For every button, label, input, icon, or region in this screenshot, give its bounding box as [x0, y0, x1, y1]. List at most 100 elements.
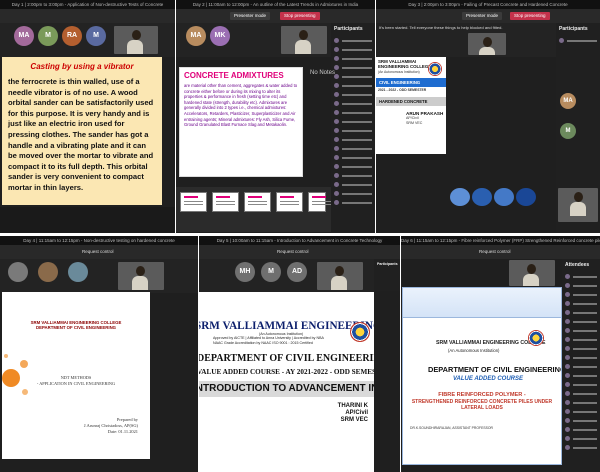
attendees-panel: Attendees: [562, 259, 600, 472]
participant-strip: MH M AD: [199, 259, 374, 293]
college-logo: [350, 322, 370, 342]
request-control-button[interactable]: Request control: [475, 248, 515, 256]
presenter-video[interactable]: [468, 33, 506, 55]
attendees-panel-title: Attendees: [565, 262, 590, 268]
meeting-toolbar: Request control: [401, 245, 600, 259]
shared-slide: CONCRETE ADMIXTURES are material other t…: [179, 67, 303, 177]
topic-line-1: FIBRE REINFORCED POLYMER -: [438, 392, 526, 398]
presenter-video[interactable]: [118, 262, 164, 290]
participant-strip: MA MK: [176, 23, 331, 57]
avatar[interactable]: MH: [235, 262, 255, 282]
shared-slide: SRM VALLIAMMAI ENGINEERING COLLEGE DEPAR…: [2, 292, 150, 459]
slide-thumbnail[interactable]: [308, 192, 331, 212]
presenter-video[interactable]: [114, 26, 158, 54]
meeting-toolbar: Presenter mode Stop presenting: [376, 9, 600, 23]
request-control-button[interactable]: Request control: [78, 248, 118, 256]
avatar[interactable]: M: [560, 123, 576, 139]
document-page: SRM VALLIAMMAI ENGINEERING COLLEGE (An A…: [408, 320, 562, 462]
slide-body: are material other than cement, aggregat…: [184, 83, 298, 128]
avatar[interactable]: AD: [287, 262, 307, 282]
window-title: Day 6 | 11:15am to 12:15pm - Fibre reinf…: [401, 236, 600, 245]
window-title: Day 5 | 10:00am to 11:15am - Introductio…: [199, 236, 400, 245]
gallery-bottom: [0, 207, 175, 233]
department-band: CIVIL ENGINEERING: [376, 78, 446, 88]
course-name: VALUE ADDED COURSE - AY 2021-2022 - ODD …: [199, 368, 374, 377]
participant-strip: [0, 259, 198, 293]
meeting-toolbar: Presenter mode Stop presenting: [176, 9, 375, 23]
meeting-tile-2: Day 2 | 11:00am to 12:00pm - An outline …: [176, 0, 375, 233]
participant-strip: MA M RA M: [0, 23, 175, 57]
slide-thumbnail[interactable]: [244, 192, 271, 212]
decorative-circles: [2, 354, 28, 395]
avatar[interactable]: MK: [210, 26, 230, 46]
word-document-window: SRM VALLIAMMAI ENGINEERING COLLEGE (An A…: [402, 287, 562, 465]
presenter-video[interactable]: [558, 188, 598, 222]
college-logo: [428, 62, 442, 76]
decorative-shapes: [450, 188, 536, 206]
banner-area: It's been started. Tell everyone these t…: [376, 23, 556, 57]
presenter-mode-button[interactable]: Presenter mode: [230, 12, 271, 20]
slide-title: CONCRETE ADMIXTURES: [184, 71, 284, 80]
slide-thumbnail[interactable]: [212, 192, 239, 212]
meeting-toolbar: [0, 9, 175, 23]
presenter-designation: AP/Civil: [345, 410, 368, 417]
word-ribbon[interactable]: [403, 288, 561, 318]
semester: 2021 - 2022 - ODD SEMESTER: [378, 88, 427, 93]
avatar[interactable]: [8, 262, 28, 282]
slide-thumbnail[interactable]: [276, 192, 303, 212]
stop-presenting-button[interactable]: Stop presenting: [510, 12, 550, 20]
course-name: VALUE ADDED COURSE: [453, 376, 524, 382]
presentation-date: Date: 01.11.2021: [107, 428, 138, 434]
meeting-toolbar: Request control: [199, 245, 400, 259]
slide-thumbnails: [176, 187, 331, 232]
slide-title: Casting by using a vibrator: [30, 62, 134, 71]
meeting-toolbar: Request control: [0, 245, 198, 259]
college-name: SRM VALLIAMMAI ENGINEERING COLLEGE: [199, 320, 374, 332]
participants-panel: Participants: [331, 23, 375, 233]
shared-slide: Casting by using a vibrator the ferrocre…: [2, 57, 162, 205]
presenter-video[interactable]: [317, 262, 363, 290]
presenter-video[interactable]: [509, 260, 555, 286]
avatar[interactable]: [68, 262, 88, 282]
shared-slide: SRM VALLIAMMAI ENGINEERING COLLEGE (An A…: [199, 292, 374, 472]
avatar[interactable]: M: [38, 26, 58, 46]
avatar[interactable]: MA: [560, 93, 576, 109]
window-title: Day 2 | 11:00am to 12:00pm - An outline …: [176, 0, 375, 9]
college-accreditation: NAAC Grade Accreditation by NAAC ISO 900…: [213, 340, 313, 345]
avatar[interactable]: M: [86, 26, 106, 46]
screenshot-collage: Day 1 | 2:00pm to 3:00pm - Application o…: [0, 0, 600, 472]
request-control-button[interactable]: Request control: [273, 248, 313, 256]
avatar[interactable]: M: [261, 262, 281, 282]
college-subtitle: (An Autonomous Institution): [448, 348, 500, 353]
meeting-banner: It's been started. Tell everyone these t…: [379, 25, 503, 30]
presenter-name: THARINI K: [337, 403, 368, 410]
meeting-tile-3: Day 3 | 2:00pm to 3:00pm - Failing of Pr…: [376, 0, 600, 233]
slide-thumbnail[interactable]: [180, 192, 207, 212]
author-name: DR.K.SOUNDHIRARAJAN, ASSISTANT PROFESSOR: [410, 425, 493, 430]
presenter-institution: SRM VEC: [340, 417, 368, 424]
avatar[interactable]: RA: [62, 26, 82, 46]
meeting-tile-1: Day 1 | 2:00pm to 3:00pm - Application o…: [0, 0, 175, 233]
presenter-mode-button[interactable]: Presenter mode: [462, 12, 503, 20]
college-logo: [528, 330, 544, 346]
topic-band: HARDENED CONCRETE: [376, 97, 446, 107]
window-title: Day 3 | 2:00pm to 3:00pm - Failing of Pr…: [376, 0, 600, 9]
presenter-institution: SRM VEC: [406, 120, 423, 125]
participants-panel-title: Participants: [559, 26, 588, 32]
avatar[interactable]: MA: [186, 26, 206, 46]
topic-band: INTRODUCTION TO ADVANCEMENT IN CONCRETE …: [199, 381, 374, 398]
participants-panel: Participants: [374, 259, 400, 291]
department-name: DEPARTMENT OF CIVIL ENGINEERING: [199, 353, 374, 365]
stop-presenting-button[interactable]: Stop presenting: [280, 12, 320, 20]
department-name: DEPARTMENT OF CIVIL ENGINEERING: [35, 325, 117, 330]
avatar[interactable]: MA: [14, 26, 34, 46]
participants-panel-title: Participants: [377, 262, 398, 266]
avatar[interactable]: [38, 262, 58, 282]
speaker-notes: No Notes: [310, 70, 336, 76]
slide-body: the ferrocrete is thin walled, use of a …: [8, 77, 154, 192]
department-name: DEPARTMENT OF CIVIL ENGINEERING: [428, 365, 562, 374]
window-title: Day 1 | 2:00pm to 3:00pm - Application o…: [0, 0, 175, 9]
participants-panel-title: Participants: [334, 26, 363, 32]
presenter-video[interactable]: [281, 26, 327, 54]
topic-line-2: STRENGTHENED REINFORCED CONCRETE PILES U…: [411, 399, 553, 412]
